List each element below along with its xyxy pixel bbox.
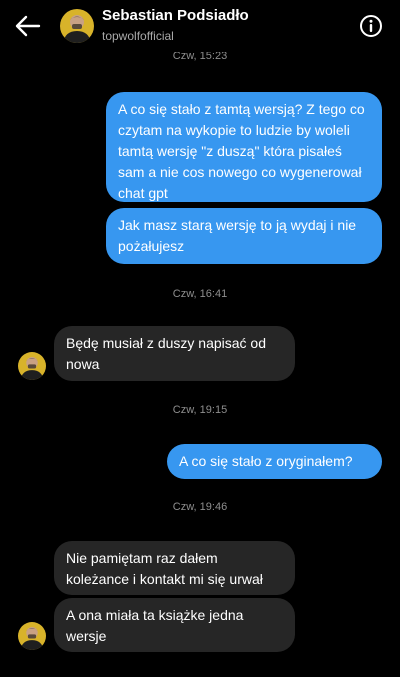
timestamp: Czw, 16:41 — [172, 288, 228, 300]
chat-screen: Czw, 15:23 Sebastian Podsiadło topwolfof… — [0, 0, 400, 677]
timestamp: Czw, 19:46 — [172, 501, 228, 513]
contact-handle[interactable]: topwolfofficial — [102, 29, 174, 43]
contact-avatar-small[interactable] — [18, 622, 46, 650]
sent-message[interactable]: A co się stało z oryginałem? — [167, 444, 382, 479]
received-message[interactable]: A ona miała ta książke jedna wersje — [54, 598, 295, 652]
sent-message[interactable]: A co się stało z tamtą wersją? Z tego co… — [106, 92, 382, 202]
received-message[interactable]: Będę musiał z duszy napisać od nowa — [54, 326, 295, 381]
info-circle-icon[interactable] — [359, 14, 383, 38]
timestamp: Czw, 19:15 — [172, 404, 228, 416]
contact-avatar-small[interactable] — [18, 352, 46, 380]
contact-avatar[interactable] — [60, 9, 94, 43]
contact-name[interactable]: Sebastian Podsiadło — [102, 7, 249, 24]
received-message[interactable]: Nie pamiętam raz dałem koleżance i konta… — [54, 541, 295, 595]
arrow-left-icon[interactable] — [14, 12, 42, 40]
chat-header: Sebastian Podsiadło topwolfofficial — [0, 0, 400, 52]
sent-message[interactable]: Jak masz starą wersję to ją wydaj i nie … — [106, 208, 382, 264]
